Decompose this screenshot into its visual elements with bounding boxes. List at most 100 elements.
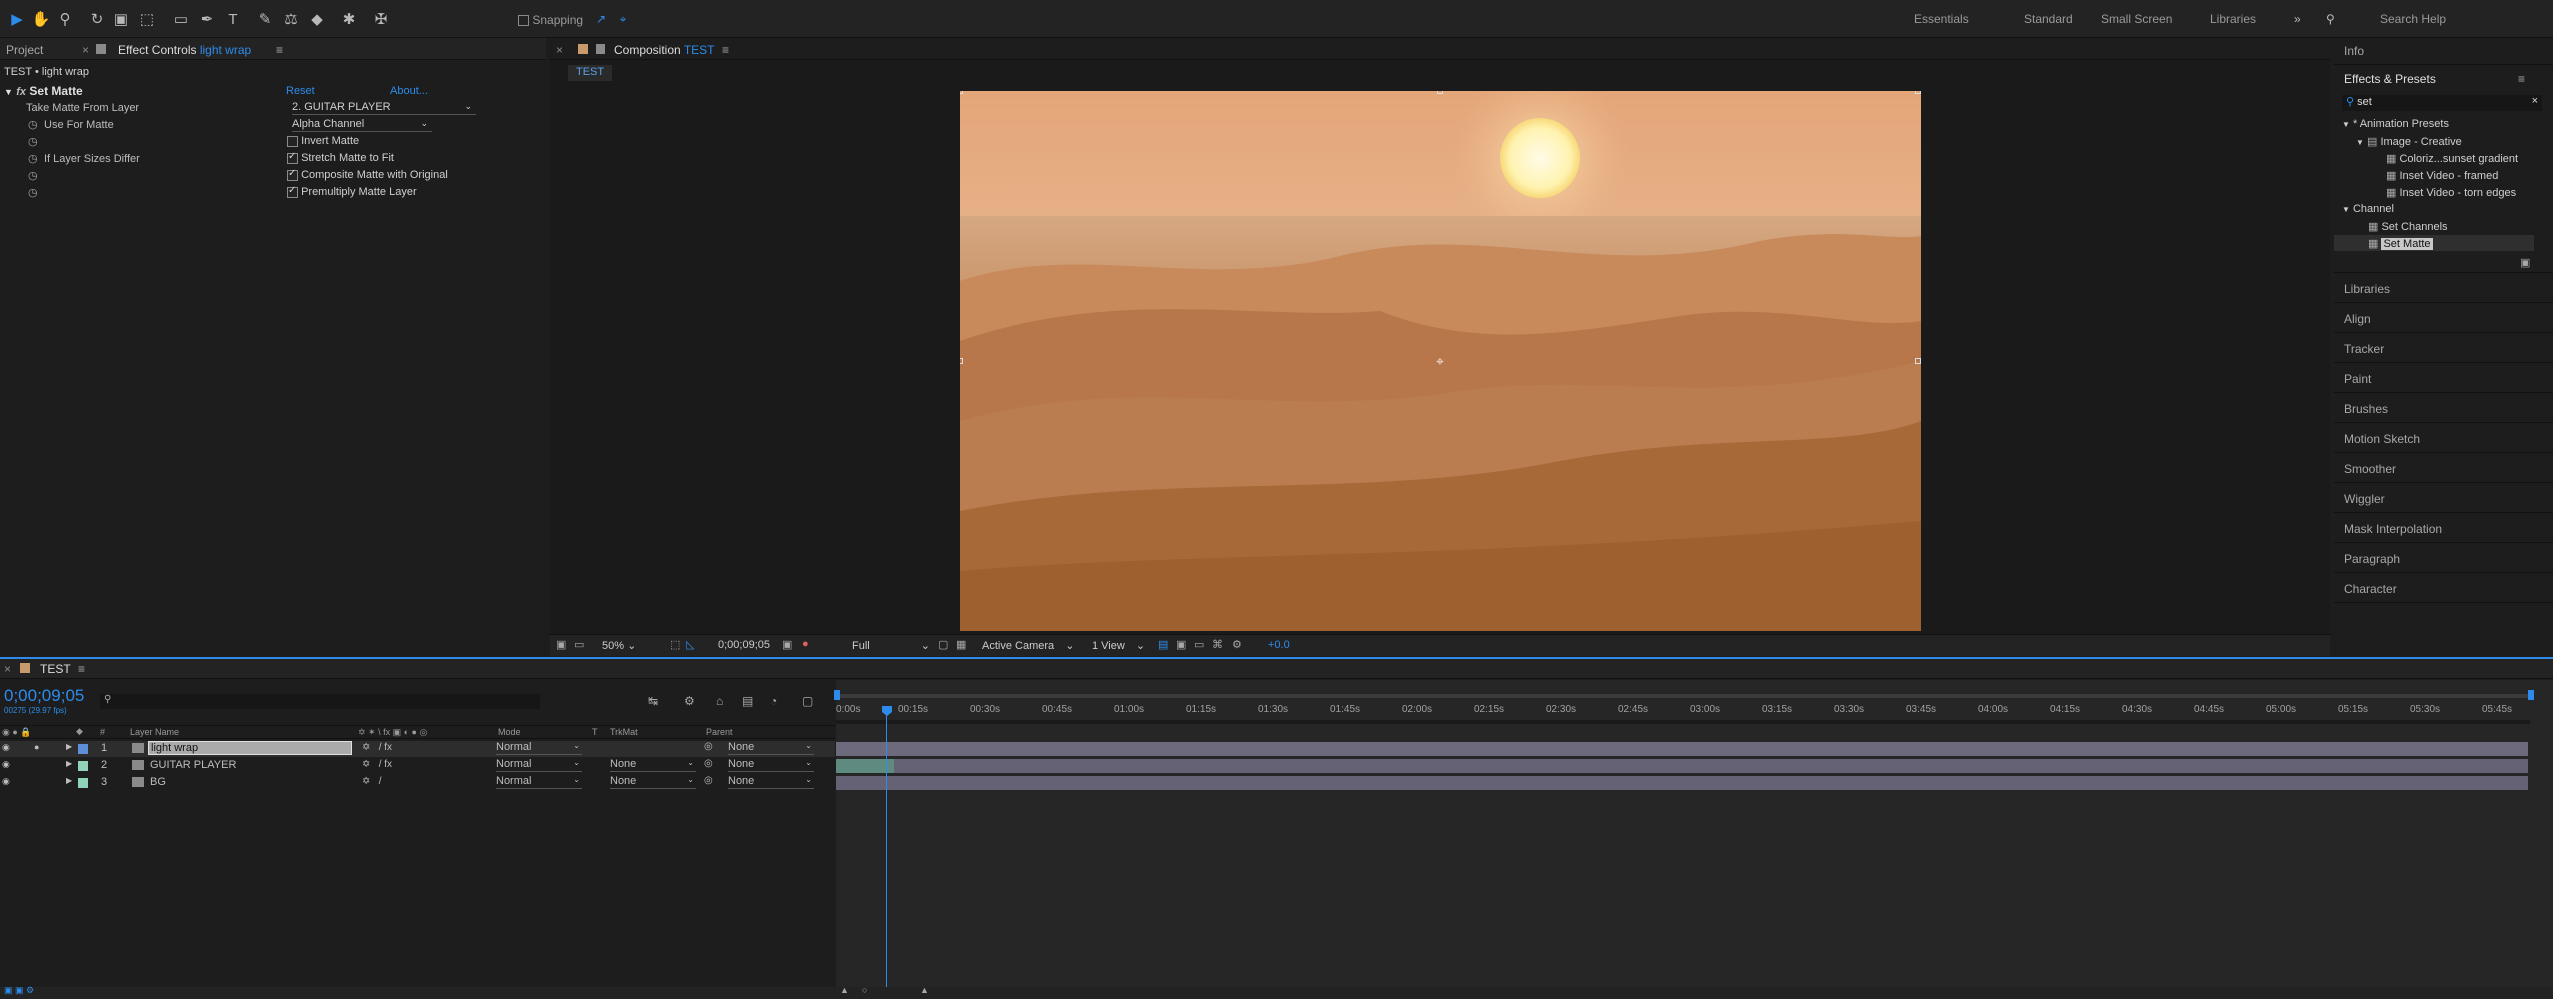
panel-tracker[interactable]: Tracker (2344, 342, 2384, 356)
reset-link[interactable]: Reset (286, 85, 315, 97)
frame-blending-icon[interactable]: ▤ (742, 694, 753, 708)
workspace-standard[interactable]: Standard (2024, 12, 2073, 26)
mask-visibility-icon[interactable]: ◺ (686, 638, 694, 651)
info-panel-header[interactable]: Info (2344, 44, 2364, 58)
tab-effect-controls[interactable]: Effect Controls light wrap (118, 43, 251, 57)
graph-editor-icon[interactable]: ▢ (802, 694, 813, 708)
tree-item-image-creative[interactable]: ▼ ▤ Image - Creative (2356, 135, 2462, 148)
timeline-tab[interactable]: TEST (40, 662, 71, 676)
camera-tool-icon[interactable]: ▣ (110, 8, 132, 30)
layer-bar-light-wrap[interactable] (836, 742, 2528, 756)
work-area-bar[interactable] (836, 694, 2530, 698)
trkmat-dropdown[interactable]: None ⌄ (610, 775, 696, 789)
effect-header[interactable]: ▼ fx Set Matte (4, 84, 83, 98)
workspace-libraries[interactable]: Libraries (2210, 12, 2256, 26)
parent-dropdown[interactable]: None ⌄ (728, 741, 814, 755)
stopwatch-icon[interactable]: ◷ (28, 152, 38, 165)
switches[interactable]: ✡ / fx (362, 759, 392, 770)
parent-dropdown[interactable]: None ⌄ (728, 758, 814, 772)
tab-project[interactable]: Project (6, 43, 43, 57)
stretch-matte-checkbox[interactable]: Stretch Matte to Fit (287, 151, 394, 164)
label-color-swatch[interactable] (78, 761, 88, 771)
eye-icon[interactable]: ◉ (2, 759, 10, 770)
twirl-icon[interactable]: ▶ (66, 742, 72, 751)
new-bin-icon[interactable]: ▣ (2520, 256, 2530, 269)
work-area-start-handle[interactable] (834, 690, 840, 700)
solo-icon[interactable]: ● (34, 742, 39, 752)
trkmat-dropdown[interactable]: None ⌄ (610, 758, 696, 772)
panel-menu-icon[interactable]: ≡ (722, 43, 729, 57)
color-channel-icon[interactable]: ● (802, 638, 809, 650)
panel-libraries[interactable]: Libraries (2344, 282, 2390, 296)
bbox-handle[interactable] (960, 91, 963, 94)
clear-icon[interactable]: × (2532, 95, 2538, 107)
label-color-swatch[interactable] (78, 778, 88, 788)
always-preview-icon[interactable]: ▣ (556, 638, 566, 651)
panel-character[interactable]: Character (2344, 582, 2397, 596)
toggle-switches-icon[interactable]: ▣ ▣ ⚙ (4, 985, 34, 996)
zoom-out-icon[interactable]: ▲ (840, 985, 849, 995)
pickwhip-icon[interactable]: ◎ (704, 741, 713, 752)
stopwatch-icon[interactable]: ◷ (28, 169, 38, 182)
panel-menu-icon[interactable]: ≡ (78, 662, 85, 676)
stopwatch-icon[interactable]: ◷ (28, 135, 38, 148)
expand-triangle-icon[interactable]: ▼ (2342, 120, 2350, 129)
layer-row[interactable]: ◉ ▶ 2 GUITAR PLAYER ✡ / fx Normal ⌄ None ⌄… (0, 758, 835, 774)
tree-item-preset[interactable]: ▦ Coloriz...sunset gradient (2386, 152, 2518, 165)
mode-dropdown[interactable]: Normal ⌄ (496, 775, 582, 789)
eye-icon[interactable]: ◉ (2, 776, 10, 787)
layer-row[interactable]: ◉ ● ▶ 1 light wrap ✡ / fx Normal ⌄ ◎ None… (0, 741, 835, 757)
bbox-handle[interactable] (960, 358, 963, 364)
twirl-icon[interactable]: ▶ (66, 776, 72, 785)
fx-icon[interactable]: fx (16, 86, 26, 98)
bbox-handle[interactable] (1915, 358, 1921, 364)
panel-paint[interactable]: Paint (2344, 372, 2371, 386)
rectangle-tool-icon[interactable]: ▭ (170, 8, 192, 30)
col-layer-name[interactable]: Layer Name (130, 727, 179, 737)
workspace-more-icon[interactable]: » (2294, 12, 2301, 26)
panel-motion-sketch[interactable]: Motion Sketch (2344, 432, 2420, 446)
switches[interactable]: ✡ / fx (362, 742, 392, 753)
twirl-icon[interactable]: ▶ (66, 759, 72, 768)
transparency-grid-icon[interactable]: ▦ (956, 638, 966, 651)
snapping-toggle[interactable]: Snapping (518, 13, 583, 27)
effects-presets-header[interactable]: Effects & Presets (2344, 72, 2436, 86)
fast-previews-icon[interactable]: ▣ (1176, 638, 1186, 651)
roto-brush-tool-icon[interactable]: ✱ (338, 8, 360, 30)
pan-behind-tool-icon[interactable]: ⬚ (136, 8, 158, 30)
mode-dropdown[interactable]: Normal ⌄ (496, 741, 582, 755)
tree-item-channel[interactable]: ▼ Channel (2342, 203, 2394, 215)
camera-snapshot-icon[interactable]: ▣ (782, 638, 792, 651)
exposure-value[interactable]: +0.0 (1268, 639, 1290, 651)
invert-matte-checkbox[interactable]: Invert Matte (287, 135, 359, 147)
tree-item-set-matte[interactable]: ▦ Set Matte (2368, 237, 2433, 250)
search-help-input[interactable]: Search Help (2380, 12, 2446, 26)
use-for-matte-dropdown[interactable]: Alpha Channel ⌄ (292, 118, 432, 132)
draft-3d-icon[interactable]: ⚙ (684, 694, 695, 708)
pickwhip-icon[interactable]: ◎ (704, 775, 713, 786)
layer-name[interactable]: GUITAR PLAYER (150, 759, 236, 771)
tree-item-set-channels[interactable]: ▦ Set Channels (2368, 220, 2448, 233)
tab-close-icon[interactable]: × (82, 43, 89, 57)
panel-brushes[interactable]: Brushes (2344, 402, 2388, 416)
shy-icon[interactable]: ⌂ (716, 694, 723, 708)
work-area-end-handle[interactable] (2528, 690, 2534, 700)
camera-dropdown[interactable]: Active Camera ⌄ (982, 639, 1074, 652)
tab-composition[interactable]: Composition TEST (614, 43, 715, 57)
effects-search-input[interactable]: ⚲ set × (2342, 95, 2542, 111)
panel-smoother[interactable]: Smoother (2344, 462, 2396, 476)
premultiply-matte-checkbox[interactable]: Premultiply Matte Layer (287, 185, 417, 198)
about-link[interactable]: About... (390, 85, 428, 97)
take-matte-dropdown[interactable]: 2. GUITAR PLAYER ⌄ (292, 101, 476, 115)
region-of-interest-icon[interactable]: ▢ (938, 638, 948, 651)
zoom-tool-icon[interactable]: ⚲ (54, 8, 76, 30)
zoom-dropdown[interactable]: 50% ⌄ (602, 639, 636, 652)
expand-triangle-icon[interactable]: ▼ (2342, 205, 2350, 214)
pen-tool-icon[interactable]: ✒ (196, 8, 218, 30)
stopwatch-icon[interactable]: ◷ (28, 118, 38, 131)
type-tool-icon[interactable]: T (222, 8, 244, 30)
bbox-handle[interactable] (1437, 91, 1443, 94)
panel-menu-icon[interactable]: ≡ (2518, 72, 2525, 86)
comp-viewer[interactable]: ⌖ (960, 91, 1921, 631)
eraser-tool-icon[interactable]: ◆ (306, 8, 328, 30)
